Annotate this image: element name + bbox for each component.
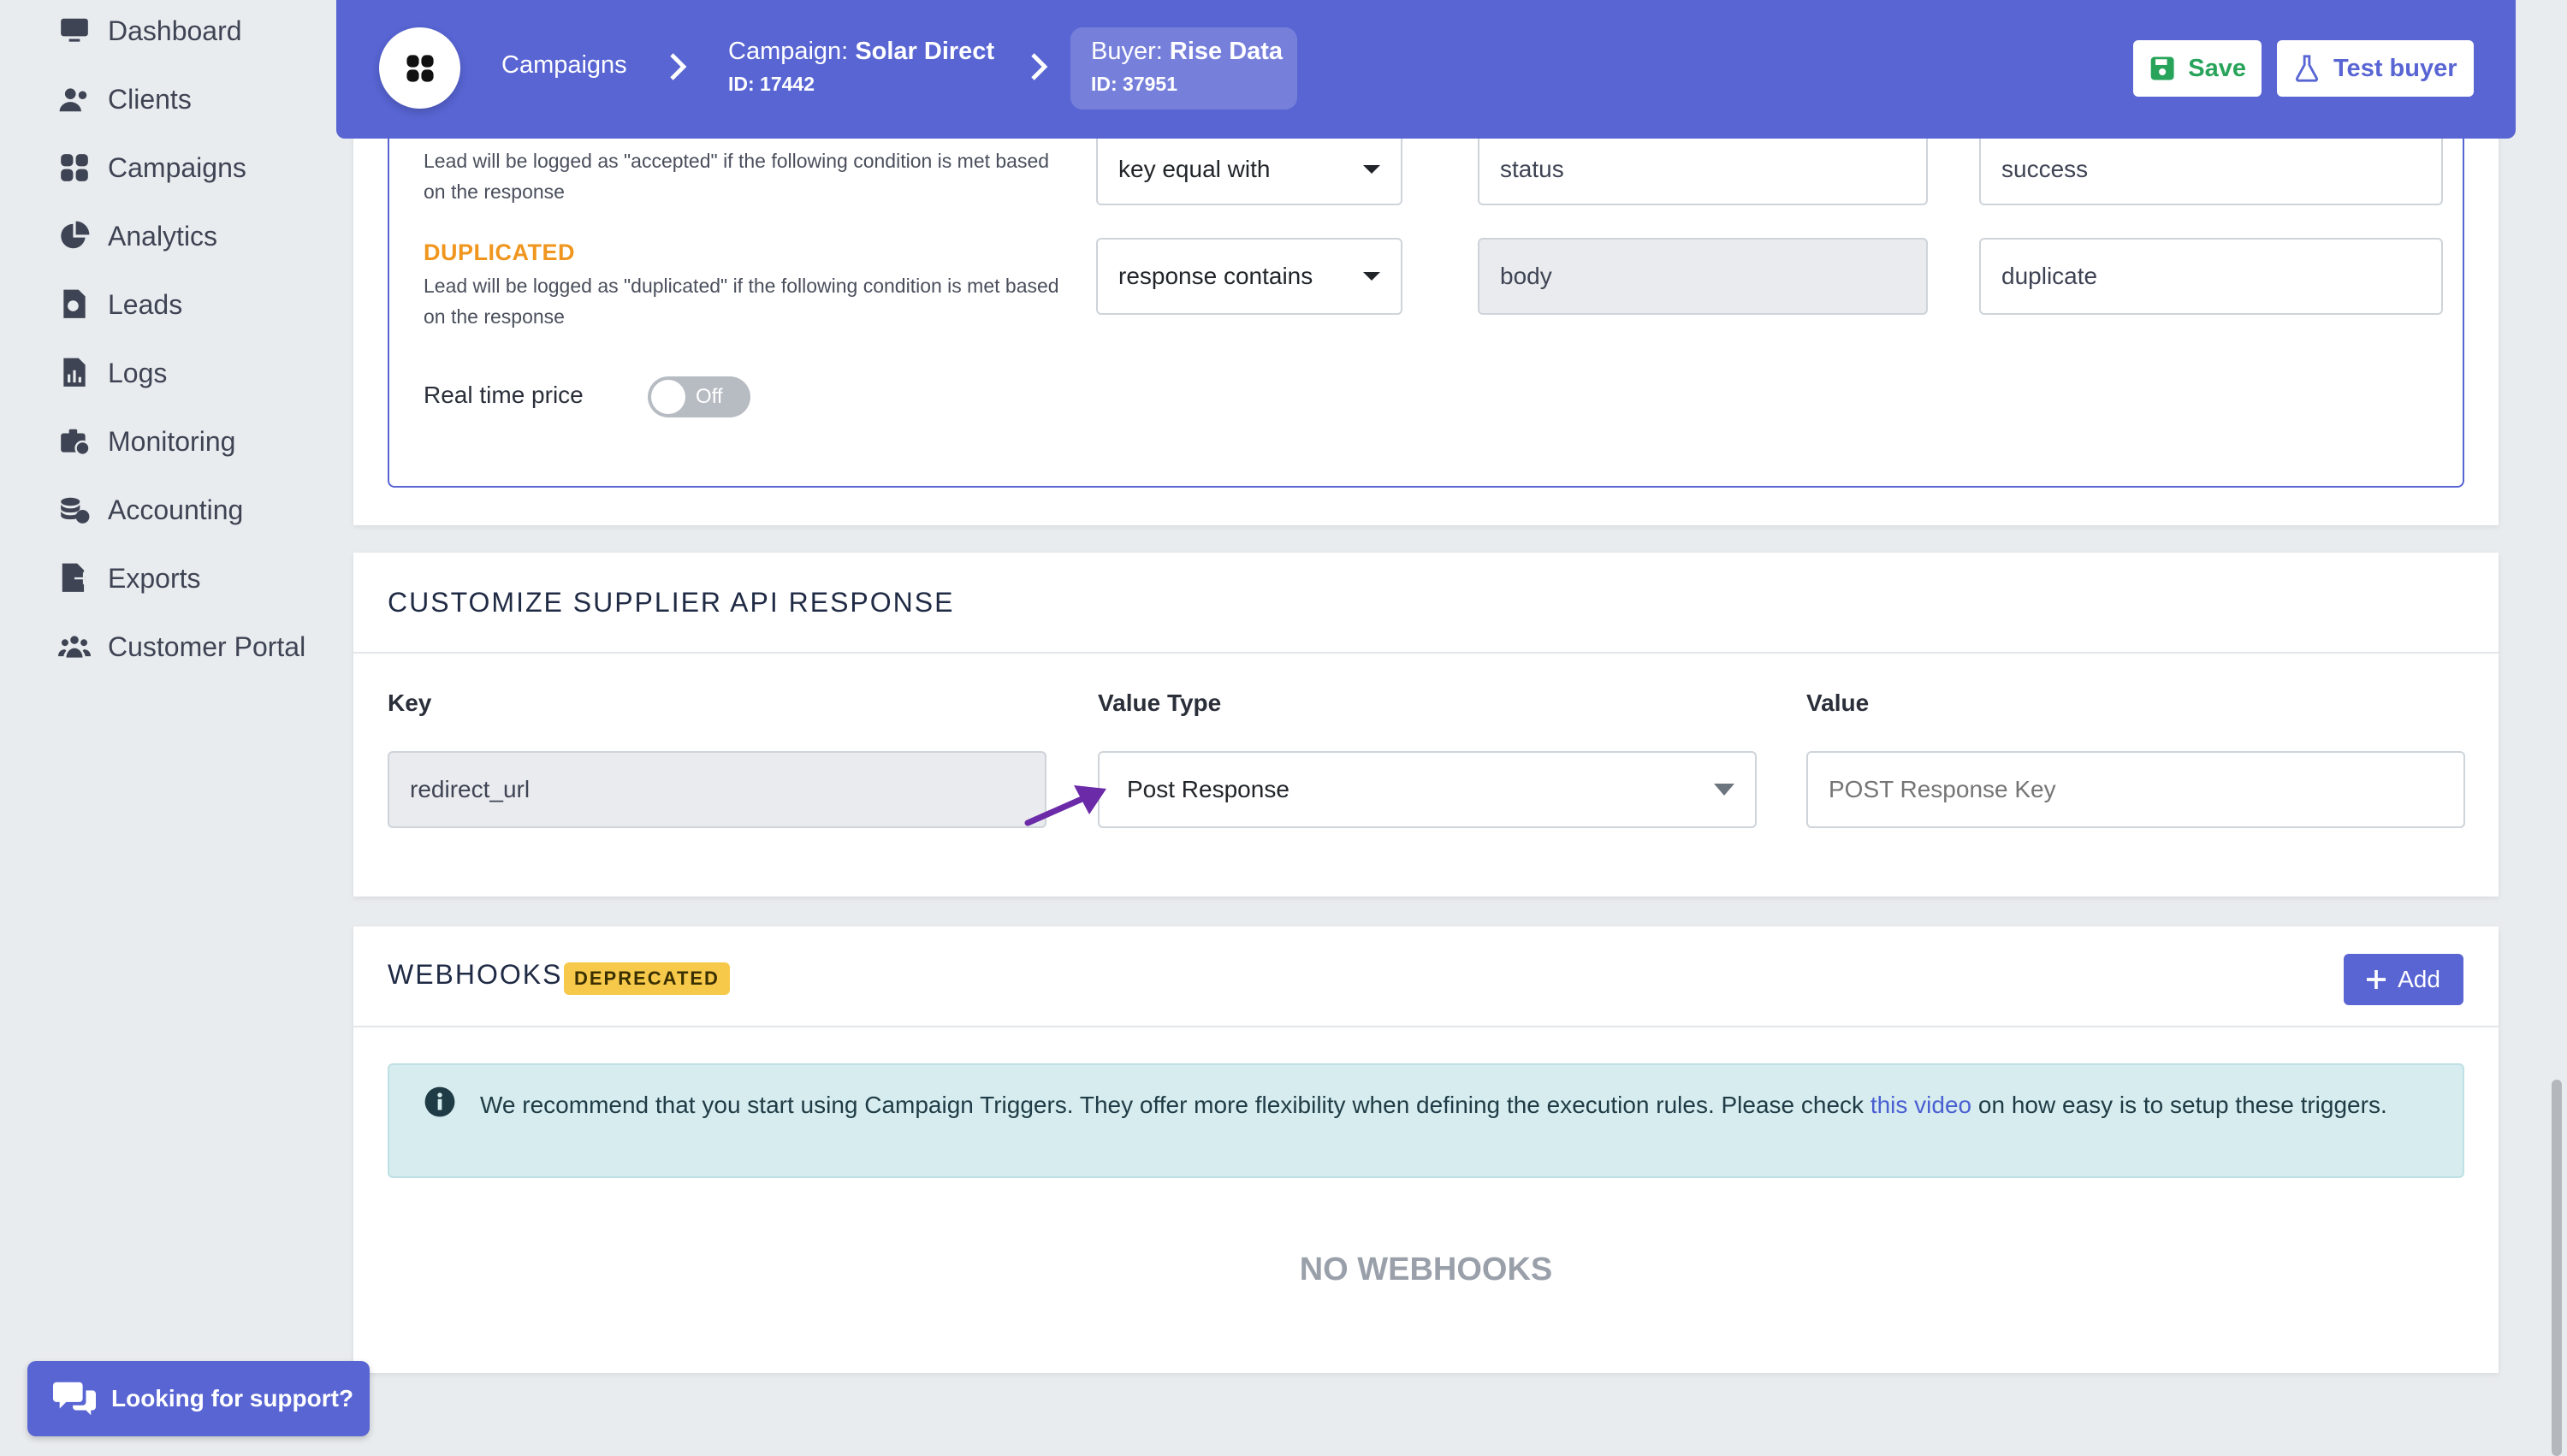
breadcrumb-campaign[interactable]: Campaign: Solar Direct ID: 17442 (728, 38, 994, 96)
sidebar-item-accounting[interactable]: Accounting (58, 484, 243, 536)
value-type-value: Post Response (1127, 776, 1289, 802)
sidebar-item-label: Leads (108, 288, 183, 320)
key-field[interactable]: redirect_url (388, 751, 1046, 828)
top-bar: Campaigns Campaign: Solar Direct ID: 174… (336, 0, 2516, 139)
accepted-value-field[interactable]: success (1979, 135, 2443, 205)
sidebar-item-label: Logs (108, 357, 168, 388)
caret-down-icon (1363, 272, 1380, 281)
buyer-prefix: Buyer: (1091, 38, 1170, 65)
empty-state: NO WEBHOOKS (1299, 1252, 1553, 1287)
sidebar-item-exports[interactable]: Exports (58, 553, 200, 604)
sidebar-item-label: Clients (108, 83, 192, 115)
sidebar-item-logs[interactable]: Logs (58, 347, 167, 399)
grid-icon (406, 54, 434, 82)
realtime-price-label: Real time price (424, 382, 584, 408)
webhooks-card: WEBHOOKS DEPRECATED Add We recommend tha… (353, 926, 2499, 1373)
sidebar-item-label: Customer Portal (108, 630, 306, 662)
realtime-price-toggle[interactable]: Off (648, 376, 750, 417)
info-alert-text: We recommend that you start using Campai… (480, 1087, 2440, 1123)
coins-icon (61, 497, 90, 524)
sidebar-item-monitoring[interactable]: Monitoring (58, 416, 235, 467)
supplier-api-response-card: CUSTOMIZE SUPPLIER API RESPONSE Key Valu… (353, 553, 2499, 897)
chart-document-icon (63, 358, 86, 387)
breadcrumb-campaigns[interactable]: Campaigns (501, 51, 627, 80)
duplicated-key-field[interactable]: body (1478, 238, 1928, 315)
add-label: Add (2398, 966, 2440, 992)
caret-down-icon (1714, 784, 1734, 796)
value-field[interactable] (1806, 751, 2465, 828)
add-webhook-button[interactable]: Add (2344, 954, 2463, 1005)
campaign-name: Solar Direct (855, 38, 995, 65)
support-label: Looking for support? (111, 1385, 354, 1412)
info-icon (424, 1086, 455, 1117)
scrollbar-thumb[interactable] (2552, 1080, 2562, 1456)
duplicated-operator-value: response contains (1118, 263, 1313, 289)
value-type-column-label: Value Type (1098, 690, 1222, 716)
toggle-knob (651, 380, 685, 414)
save-label: Save (2188, 54, 2246, 82)
duplicated-operator-select[interactable]: response contains (1096, 238, 1402, 315)
card-title: WEBHOOKS (388, 959, 563, 990)
test-buyer-label: Test buyer (2333, 54, 2457, 82)
this-video-link[interactable]: this video (1870, 1092, 1971, 1118)
toggle-state: Off (696, 385, 723, 408)
home-button[interactable] (379, 27, 460, 109)
divider (353, 1026, 2499, 1027)
value-type-select[interactable]: Post Response (1098, 751, 1757, 828)
alert-text-part: We recommend that you start using Campai… (480, 1092, 1870, 1118)
people-group-icon (58, 636, 91, 658)
sidebar-item-dashboard[interactable]: Dashboard (58, 5, 242, 56)
buyer-name: Rise Data (1169, 38, 1284, 65)
response-rules-box: Lead will be logged as "accepted" if the… (388, 103, 2464, 488)
monitor-icon (61, 18, 88, 42)
flask-icon (2295, 55, 2319, 82)
sidebar-item-label: Analytics (108, 220, 218, 252)
save-icon (2150, 56, 2174, 80)
sidebar-item-label: Monitoring (108, 425, 236, 457)
accepted-description: Lead will be logged as "accepted" if the… (424, 150, 1050, 203)
duplicated-label: DUPLICATED (424, 240, 575, 265)
buyer-id: ID: 37951 (1091, 73, 1178, 95)
sidebar-item-leads[interactable]: Leads (58, 279, 182, 330)
campaign-prefix: Campaign: (728, 38, 856, 65)
sidebar-item-analytics[interactable]: Analytics (58, 210, 217, 262)
value-column-label: Value (1806, 690, 1870, 716)
sidebar-item-label: Dashboard (108, 15, 242, 46)
support-button[interactable]: Looking for support? (27, 1361, 370, 1436)
users-icon (59, 88, 87, 112)
accepted-key-field[interactable]: status (1478, 135, 1928, 205)
grid-icon (61, 154, 88, 181)
search-document-icon (63, 289, 86, 318)
info-alert: We recommend that you start using Campai… (388, 1063, 2464, 1178)
sidebar-item-customer-portal[interactable]: Customer Portal (58, 621, 305, 672)
sidebar: Dashboard Clients Campaigns Analytics Le… (0, 0, 342, 1456)
chat-icon (53, 1382, 96, 1416)
pie-chart-icon (61, 221, 90, 249)
accepted-operator-value: key equal with (1118, 156, 1271, 182)
briefcase-clock-icon (61, 429, 91, 457)
file-export-icon (62, 563, 91, 592)
alert-text-part: on how easy is to setup these triggers. (1971, 1092, 2387, 1118)
deprecated-badge: DEPRECATED (564, 962, 730, 995)
test-buyer-button[interactable]: Test buyer (2277, 40, 2474, 97)
accepted-operator-select[interactable]: key equal with (1096, 135, 1402, 205)
sidebar-item-clients[interactable]: Clients (58, 74, 192, 125)
sidebar-item-label: Campaigns (108, 151, 246, 183)
card-title: CUSTOMIZE SUPPLIER API RESPONSE (388, 587, 955, 618)
sidebar-item-campaigns[interactable]: Campaigns (58, 142, 246, 193)
campaign-id: ID: 17442 (728, 73, 815, 95)
divider (353, 652, 2499, 654)
duplicated-description: Lead will be logged as "duplicated" if t… (424, 275, 1059, 328)
sidebar-item-label: Accounting (108, 494, 244, 525)
breadcrumb-buyer[interactable]: Buyer: Rise Data ID: 37951 (1091, 38, 1283, 96)
key-column-label: Key (388, 690, 432, 716)
save-button[interactable]: Save (2133, 40, 2262, 97)
caret-down-icon (1363, 165, 1380, 174)
plus-icon (2367, 970, 2386, 989)
annotation-arrow-icon (1024, 785, 1106, 826)
chevron-right-icon (1031, 53, 1048, 80)
duplicated-value-field[interactable]: duplicate (1979, 238, 2443, 315)
sidebar-item-label: Exports (108, 562, 201, 594)
chevron-right-icon (670, 53, 687, 80)
